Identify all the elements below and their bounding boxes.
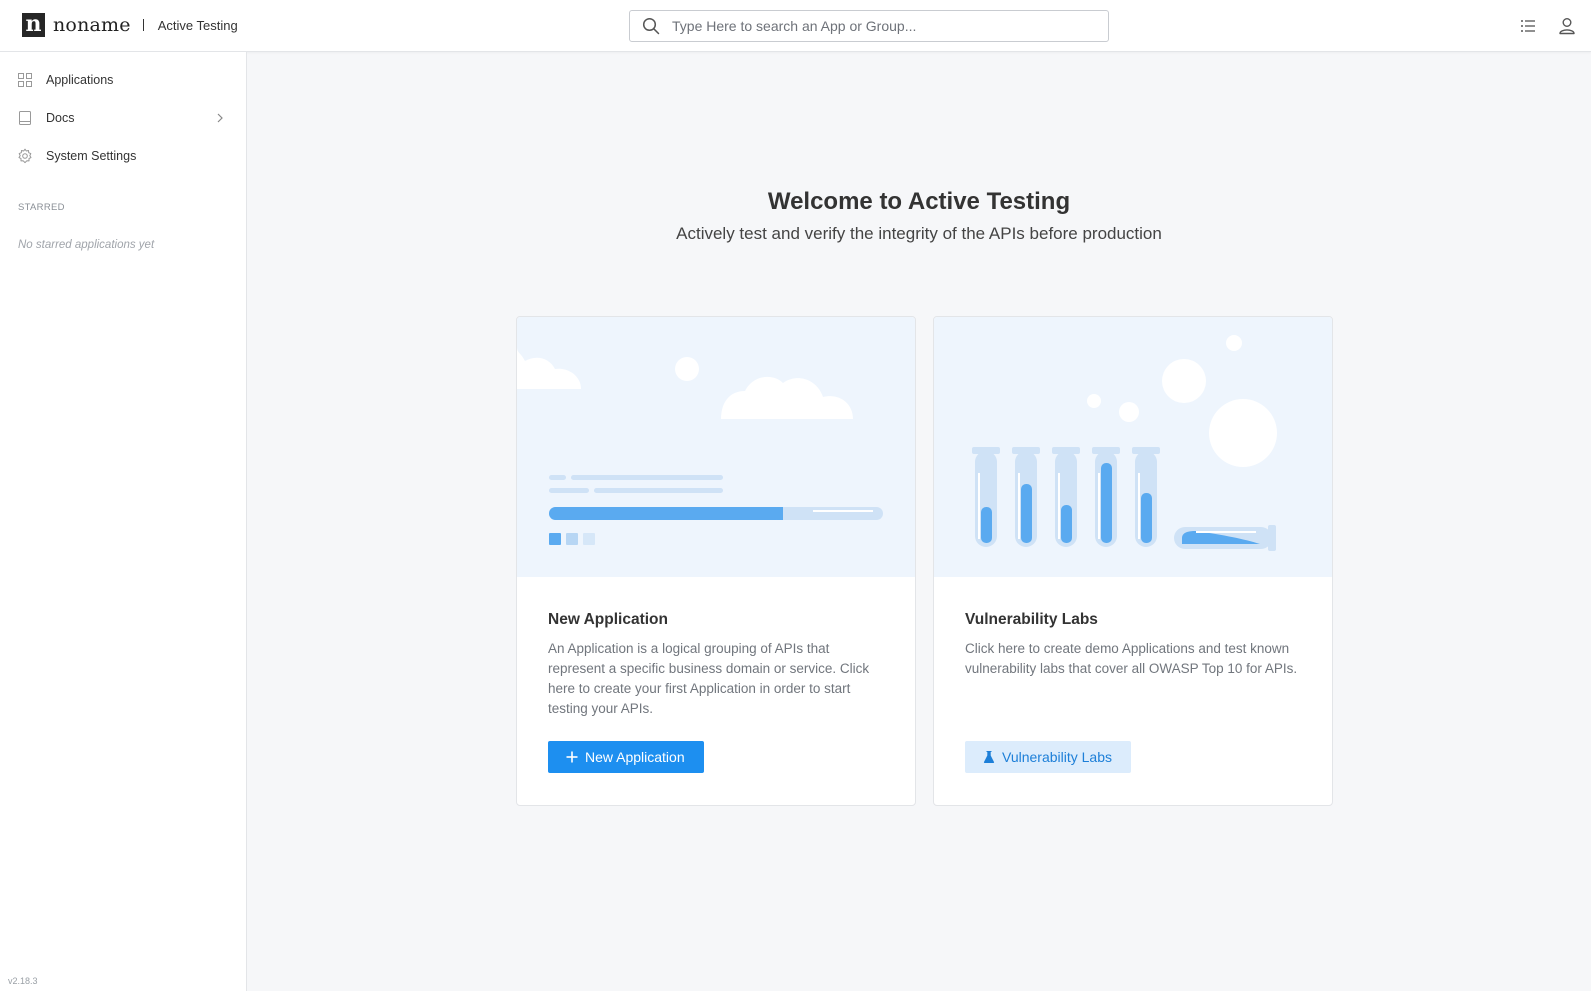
search-icon [642, 17, 660, 35]
starred-section-title: STARRED [18, 202, 65, 213]
vulnerability-labs-card[interactable]: Vulnerability Labs Click here to create … [933, 316, 1333, 806]
sidebar-item-label: Applications [46, 73, 114, 87]
top-header: n noname Active Testing [0, 0, 1591, 52]
chevron-right-icon [217, 113, 223, 123]
sidebar-item-docs[interactable]: Docs [0, 100, 246, 136]
search-box[interactable] [629, 10, 1109, 42]
card-description: An Application is a logical grouping of … [548, 641, 870, 716]
starred-empty-note: No starred applications yet [18, 239, 155, 251]
grid-icon [18, 73, 32, 87]
page-title: Welcome to Active Testing [767, 188, 1071, 215]
sidebar-item-system-settings[interactable]: System Settings [0, 138, 246, 174]
button-label: New Application [585, 749, 685, 765]
progress-illustration [517, 347, 883, 545]
vulnerability-labs-button[interactable]: Vulnerability Labs [965, 741, 1131, 773]
user-icon[interactable] [1557, 16, 1577, 36]
sidebar: Applications Docs System Settings STARRE… [0, 52, 247, 991]
logo-wordmark: noname [53, 14, 131, 36]
product-name: Active Testing [157, 17, 238, 33]
sidebar-item-label: System Settings [46, 149, 137, 163]
brand[interactable]: n noname Active Testing [22, 13, 238, 37]
page-subtitle: Actively test and verify the integrity o… [676, 224, 1162, 243]
book-icon [19, 111, 31, 125]
flask-icon [983, 751, 995, 763]
new-application-button[interactable]: New Application [548, 741, 704, 773]
plus-icon [566, 751, 578, 763]
card-description: Click here to create demo Applications a… [965, 641, 1298, 676]
sidebar-item-label: Docs [46, 111, 75, 125]
card-title: Vulnerability Labs [965, 611, 1098, 628]
button-label: Vulnerability Labs [1002, 749, 1112, 765]
list-icon[interactable] [1518, 16, 1538, 36]
search-input[interactable] [672, 18, 1092, 34]
logo-mark: n [22, 13, 45, 37]
version-label: v2.18.3 [8, 976, 38, 986]
gear-icon [18, 148, 32, 164]
test-tubes-illustration [972, 335, 1277, 551]
brand-divider [142, 19, 144, 31]
card-title: New Application [548, 611, 668, 628]
new-application-illustration [517, 317, 915, 577]
new-application-card[interactable]: New Application An Application is a logi… [516, 316, 916, 806]
sidebar-item-applications[interactable]: Applications [0, 62, 246, 98]
vulnerability-labs-illustration [934, 317, 1332, 577]
